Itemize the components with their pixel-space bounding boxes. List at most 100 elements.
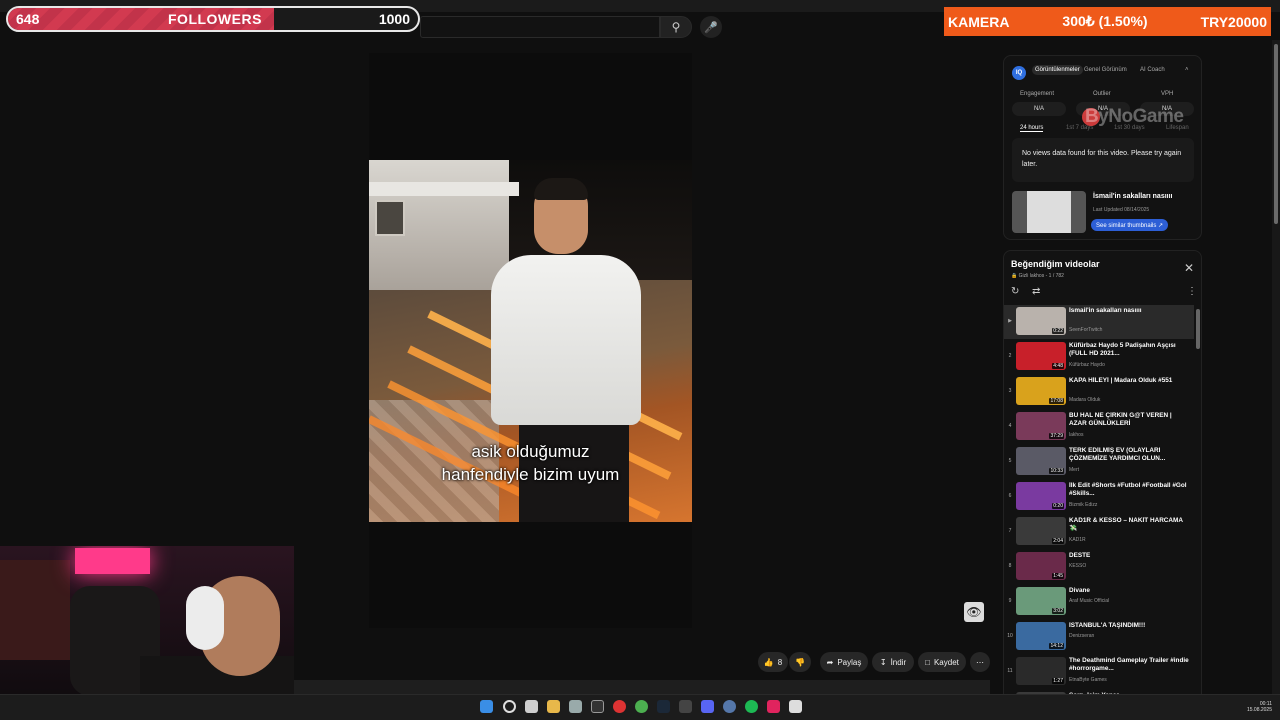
menu-icon[interactable]: ⋮ xyxy=(1187,286,1197,297)
discord-icon[interactable] xyxy=(701,700,714,713)
dislike-button[interactable]: 👎 xyxy=(789,652,811,672)
analytics-panel: IQ Görüntülenmeler Genel Görünüm AI Coac… xyxy=(1003,55,1202,240)
steam-icon[interactable] xyxy=(657,700,670,713)
playlist-item[interactable]: 2 4:48 Küfürbaz Haydo 5 Padişahın Aşçısı (… xyxy=(1004,340,1194,374)
playlist-item-duration: 17:08 xyxy=(1049,398,1064,404)
playlist-meta: 🔒 Gizli lakhos - 1 / 782 xyxy=(1011,273,1064,279)
similar-title: İsmail'in sakalları nasıııı xyxy=(1093,193,1173,200)
playlist-item-title: DESTE xyxy=(1069,552,1091,559)
share-button[interactable]: ➦ Paylaş xyxy=(820,652,868,672)
thumbs-up-icon: 👍 xyxy=(763,657,774,667)
playlist-item[interactable]: 8 1:45 DESTE KESSO xyxy=(1004,550,1194,584)
playlist-item-duration: 1:27 xyxy=(1052,678,1064,684)
playlist-item-thumbnail: 17:08 xyxy=(1016,377,1066,405)
shuffle-icon[interactable]: ⇄ xyxy=(1032,286,1040,297)
playlist-item-index: 10 xyxy=(1007,633,1013,639)
playlist-item[interactable]: 10 14:12 İSTANBUL'A TAŞINDIM!!! Denizseran xyxy=(1004,620,1194,654)
eye-icon[interactable]: 👁 xyxy=(964,602,984,622)
playlist-item-index: 9 xyxy=(1008,598,1012,604)
playlist-item-index: 11 xyxy=(1007,668,1013,674)
playlist-item-index: 4 xyxy=(1008,423,1012,429)
playlist-item-channel: KESSO xyxy=(1069,563,1087,569)
more-actions-button[interactable]: ⋯ xyxy=(970,652,990,672)
playlist-item-index: 6 xyxy=(1008,493,1012,499)
playlist-item-title: İSTANBUL'A TAŞINDIM!!! xyxy=(1069,622,1146,629)
meta-sep: - xyxy=(1045,273,1048,279)
playlist-scrollbar[interactable] xyxy=(1196,309,1200,349)
app-icon[interactable] xyxy=(723,700,736,713)
tab-ai-coach[interactable]: AI Coach xyxy=(1140,67,1165,73)
save-label: Kaydet xyxy=(933,657,959,667)
playlist-position: 1 / 782 xyxy=(1048,273,1064,279)
playlist-item-thumbnail: 1:27 xyxy=(1016,657,1066,685)
search-input[interactable] xyxy=(420,16,660,38)
playlist-item-index: 3 xyxy=(1008,388,1012,394)
download-button[interactable]: ↧ İndir xyxy=(872,652,914,672)
webcam-light xyxy=(75,548,150,574)
playlist-item-thumbnail: 0:20 xyxy=(1016,482,1066,510)
playlist-item-thumbnail: 1:45 xyxy=(1016,552,1066,580)
app-icon[interactable] xyxy=(591,700,604,713)
like-button[interactable]: 👍 8 xyxy=(758,652,788,672)
playlist-item[interactable]: 6 0:20 İlk Edit #Shorts #Futbol #Football … xyxy=(1004,480,1194,514)
playlist-item[interactable]: 3 17:08 KAPA HİLEYİ | Madara Olduk #551 Mad… xyxy=(1004,375,1194,409)
caption-line: asik olduğumuz xyxy=(471,442,590,461)
system-clock[interactable]: 00:11 15.08.2025 xyxy=(1228,701,1272,713)
playlist-privacy: Gizli xyxy=(1018,273,1029,279)
playlist-item-title: İlk Edit #Shorts #Futbol #Football #Gol … xyxy=(1069,482,1187,497)
app-icon[interactable] xyxy=(789,700,802,713)
clock-date: 15.08.2025 xyxy=(1246,707,1272,713)
playlist-item-channel: Küfürbaz Haydo xyxy=(1069,362,1105,368)
playlist-item-duration: 10:33 xyxy=(1049,468,1064,474)
followers-goal: 1000 xyxy=(378,11,410,27)
playlist-item-channel: Denizseran xyxy=(1069,633,1095,639)
playlist-item[interactable]: 7 2:04 KAD1R & KESSO – NAKİT HARCAMA 💸 KAD1… xyxy=(1004,515,1194,549)
task-view-icon[interactable] xyxy=(525,700,538,713)
similar-thumbnail[interactable] xyxy=(1012,191,1086,233)
playlist-item-thumbnail: 37:29 xyxy=(1016,412,1066,440)
playlist-item-thumbnail: 2:04 xyxy=(1016,517,1066,545)
video-caption: asik olduğumuz hanfendiyle bizim uyum xyxy=(369,440,692,486)
kamera-goal: TRY20000 xyxy=(1200,13,1267,30)
spotify-icon[interactable] xyxy=(745,700,758,713)
playlist-item[interactable]: 5 10:33 TERK EDİLMİŞ EV (OLAYLARI ÇÖZMEMİZ… xyxy=(1004,445,1194,479)
followers-current: 648 xyxy=(16,11,40,27)
time-tab-24h[interactable]: 24 hours xyxy=(1020,125,1044,132)
start-icon[interactable] xyxy=(480,700,493,713)
chrome-icon[interactable] xyxy=(635,700,648,713)
playlist-title: Beğendiğim videolar xyxy=(1011,259,1100,269)
playlist-item-channel: EtnaByte Games xyxy=(1069,677,1107,683)
tab-views[interactable]: Görüntülenmeler xyxy=(1032,65,1083,75)
more-icon: ⋯ xyxy=(976,657,984,667)
playlist-item-index: 2 xyxy=(1008,353,1012,359)
playlist-item[interactable]: 11 1:27 The Deathmind Gameplay Trailer #in… xyxy=(1004,655,1194,689)
watermark: ByNoGame xyxy=(1085,106,1184,127)
playlist-item[interactable]: 4 37:29 BU HAL NE ÇİRKİN G@T VEREN | AZAR … xyxy=(1004,410,1194,444)
close-icon[interactable]: ✕ xyxy=(1184,261,1194,275)
search-button[interactable]: ⚲ xyxy=(660,16,692,38)
like-count: 8 xyxy=(777,657,783,667)
no-data-message: No views data found for this video. Plea… xyxy=(1012,138,1194,182)
app-icon[interactable] xyxy=(569,700,582,713)
app-icon[interactable] xyxy=(613,700,626,713)
page-scrollbar-thumb[interactable] xyxy=(1274,44,1278,224)
playlist-item[interactable]: ▶ 0:22 İsmail'in sakalları nasıııı SeenForT… xyxy=(1004,305,1194,339)
playlist-item-channel: Mert xyxy=(1069,467,1079,473)
tab-overview[interactable]: Genel Görünüm xyxy=(1084,67,1127,73)
collapse-icon[interactable]: ˄ xyxy=(1185,67,1189,73)
playlist-item[interactable]: 9 3:02 Divane Araf Music Official xyxy=(1004,585,1194,619)
search-taskbar-icon[interactable] xyxy=(503,700,516,713)
download-label: İndir xyxy=(890,657,907,667)
playlist-item-duration: 1:45 xyxy=(1052,573,1064,579)
save-button[interactable]: □ Kaydet xyxy=(918,652,966,672)
playlist-panel: Beğendiğim videolar 🔒 Gizli lakhos - 1 /… xyxy=(1003,250,1202,700)
app-icon[interactable] xyxy=(767,700,780,713)
app-icon[interactable] xyxy=(679,700,692,713)
see-similar-button[interactable]: See similar thumbnails ↗ xyxy=(1091,219,1169,231)
followers-goal-bar: 648 FOLLOWERS 1000 xyxy=(6,6,420,32)
voice-search-button[interactable]: 🎤 xyxy=(700,16,722,38)
kamera-label: KAMERA xyxy=(948,13,1010,30)
playlist-item-title: TERK EDİLMİŞ EV (OLAYLARI ÇÖZMEMİZE YARD… xyxy=(1069,447,1166,462)
file-explorer-icon[interactable] xyxy=(547,700,560,713)
loop-icon[interactable]: ↻ xyxy=(1011,286,1019,297)
